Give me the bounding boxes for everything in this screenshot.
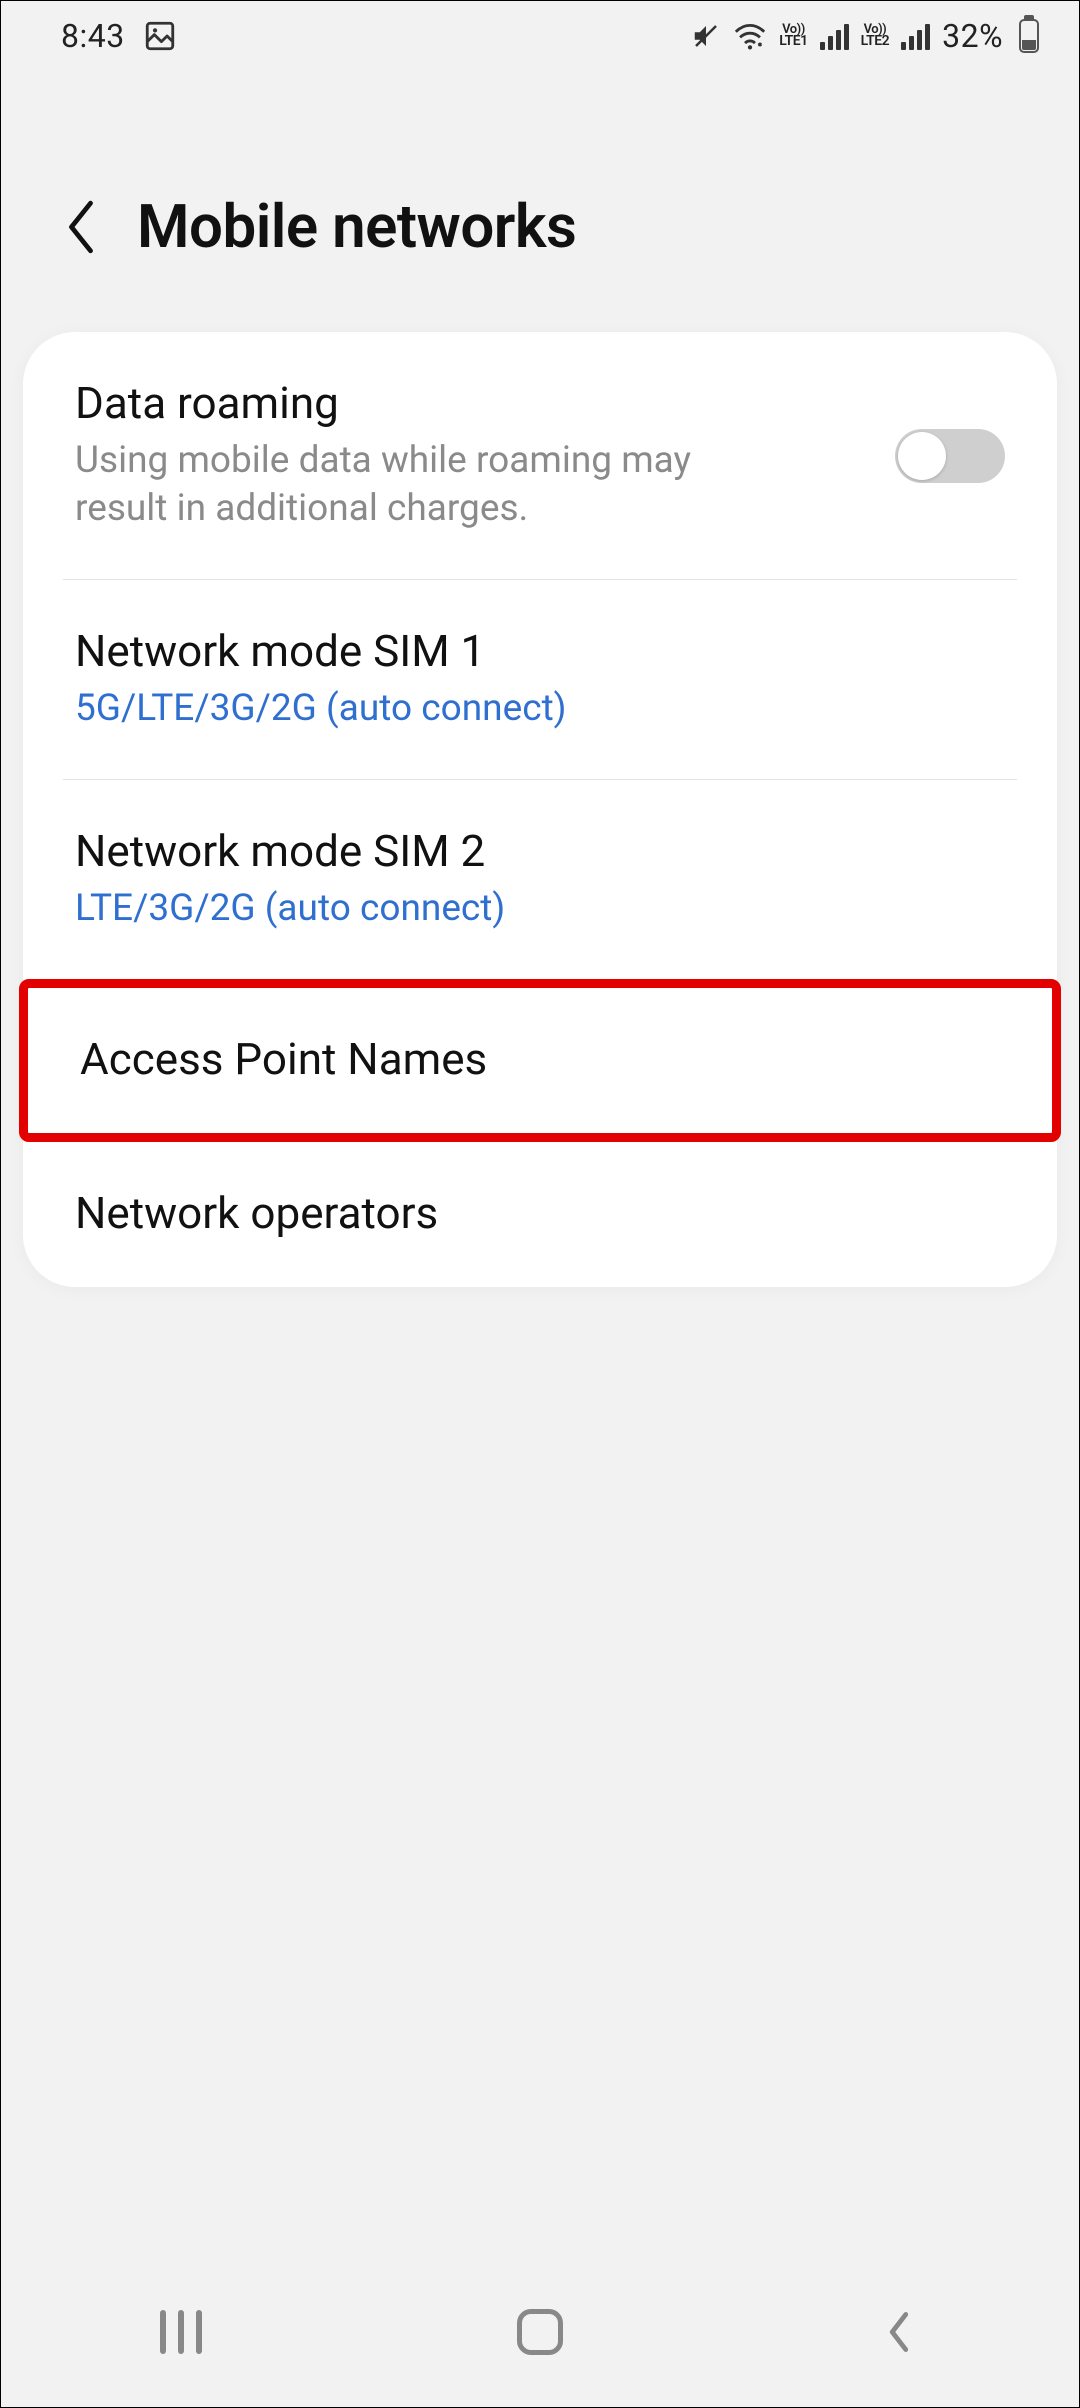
signal-bars-sim1 xyxy=(820,22,849,50)
sim2-label: Vo)) LTE2 xyxy=(861,25,889,47)
recents-button[interactable] xyxy=(141,2302,221,2362)
status-bar: 8:43 Vo)) LTE1 xyxy=(1,1,1079,71)
page-title: Mobile networks xyxy=(137,191,576,262)
setting-access-point-names[interactable]: Access Point Names xyxy=(28,988,1052,1133)
status-time: 8:43 xyxy=(61,17,125,55)
setting-subtitle: Using mobile data while roaming may resu… xyxy=(75,437,877,533)
status-left: 8:43 xyxy=(61,17,177,55)
home-icon xyxy=(517,2309,563,2355)
setting-data-roaming[interactable]: Data roaming Using mobile data while roa… xyxy=(23,332,1057,579)
setting-title: Network mode SIM 1 xyxy=(75,624,1005,679)
header: Mobile networks xyxy=(1,71,1079,332)
chevron-left-icon xyxy=(64,200,98,254)
settings-list: Data roaming Using mobile data while roa… xyxy=(23,332,1057,1287)
back-button[interactable] xyxy=(61,197,101,257)
data-roaming-toggle[interactable] xyxy=(895,429,1005,483)
home-button[interactable] xyxy=(500,2302,580,2362)
setting-subtitle: LTE/3G/2G (auto connect) xyxy=(75,885,1005,933)
chevron-left-icon xyxy=(884,2309,914,2355)
navigation-bar xyxy=(1,2257,1079,2407)
setting-network-mode-sim2[interactable]: Network mode SIM 2 LTE/3G/2G (auto conne… xyxy=(23,780,1057,979)
toggle-knob xyxy=(898,432,946,480)
highlight-annotation: Access Point Names xyxy=(19,979,1061,1142)
battery-icon xyxy=(1019,19,1039,53)
signal-bars-sim2 xyxy=(901,22,930,50)
setting-subtitle: 5G/LTE/3G/2G (auto connect) xyxy=(75,685,1005,733)
setting-title: Network operators xyxy=(75,1186,1005,1241)
setting-network-mode-sim1[interactable]: Network mode SIM 1 5G/LTE/3G/2G (auto co… xyxy=(23,580,1057,779)
sim1-label: Vo)) LTE1 xyxy=(779,25,807,47)
battery-percent: 32% xyxy=(942,17,1003,55)
setting-network-operators[interactable]: Network operators xyxy=(23,1142,1057,1287)
setting-title: Network mode SIM 2 xyxy=(75,824,1005,879)
recents-icon xyxy=(160,2310,202,2354)
setting-title: Data roaming xyxy=(75,376,877,431)
wifi-icon xyxy=(733,21,767,51)
nav-back-button[interactable] xyxy=(859,2302,939,2362)
status-right: Vo)) LTE1 Vo)) LTE2 32% xyxy=(691,17,1039,55)
mute-icon xyxy=(691,21,721,51)
screenshot-icon xyxy=(143,19,177,53)
setting-title: Access Point Names xyxy=(80,1032,1000,1087)
